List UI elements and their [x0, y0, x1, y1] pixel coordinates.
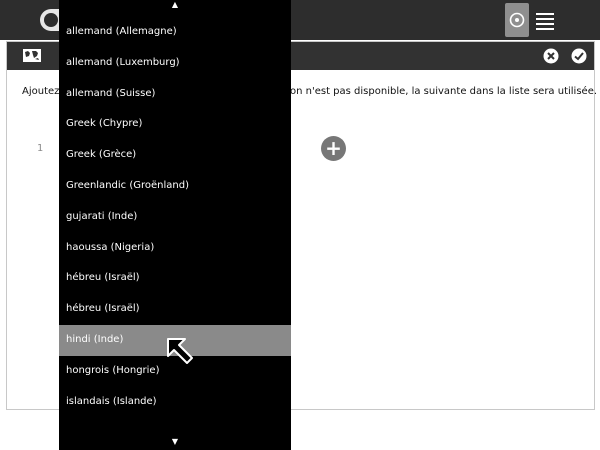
check-circle-icon[interactable]	[571, 48, 587, 64]
language-dropdown[interactable]: ▲ allemand (Allemagne) allemand (Luxembur…	[59, 0, 291, 450]
mouse-cursor-icon	[167, 338, 193, 364]
add-language-button[interactable]: +	[321, 136, 346, 161]
language-option[interactable]: allemand (Luxemburg)	[59, 48, 291, 79]
language-option[interactable]: Greek (Grèce)	[59, 140, 291, 171]
language-option[interactable]: hébreu (Israël)	[59, 263, 291, 294]
language-option[interactable]: Greek (Chypre)	[59, 109, 291, 140]
language-option[interactable]: allemand (Allemagne)	[59, 17, 291, 48]
description-text-end: on n'est pas disponible, la suivante dan…	[290, 86, 598, 97]
language-option[interactable]: gujarati (Inde)	[59, 202, 291, 233]
language-option[interactable]: islandais (Islande)	[59, 387, 291, 418]
language-option[interactable]: hébreu (Israël)	[59, 294, 291, 325]
language-option[interactable]: haoussa (Nigeria)	[59, 233, 291, 264]
language-option[interactable]: Greenlandic (Groënland)	[59, 171, 291, 202]
close-circle-icon[interactable]	[543, 48, 559, 64]
scroll-down-arrow-icon[interactable]: ▼	[59, 437, 291, 448]
location-button[interactable]	[505, 3, 529, 37]
row-number: 1	[37, 143, 44, 154]
location-target-icon	[509, 12, 525, 28]
language-option[interactable]: allemand (Suisse)	[59, 79, 291, 110]
description-text-start: Ajoutez	[22, 86, 60, 97]
hamburger-menu-icon[interactable]	[536, 10, 554, 30]
world-map-icon	[23, 49, 41, 62]
scroll-up-arrow-icon[interactable]: ▲	[59, 0, 291, 11]
plus-circle-icon: +	[325, 136, 342, 160]
toggle-knob	[44, 13, 58, 27]
